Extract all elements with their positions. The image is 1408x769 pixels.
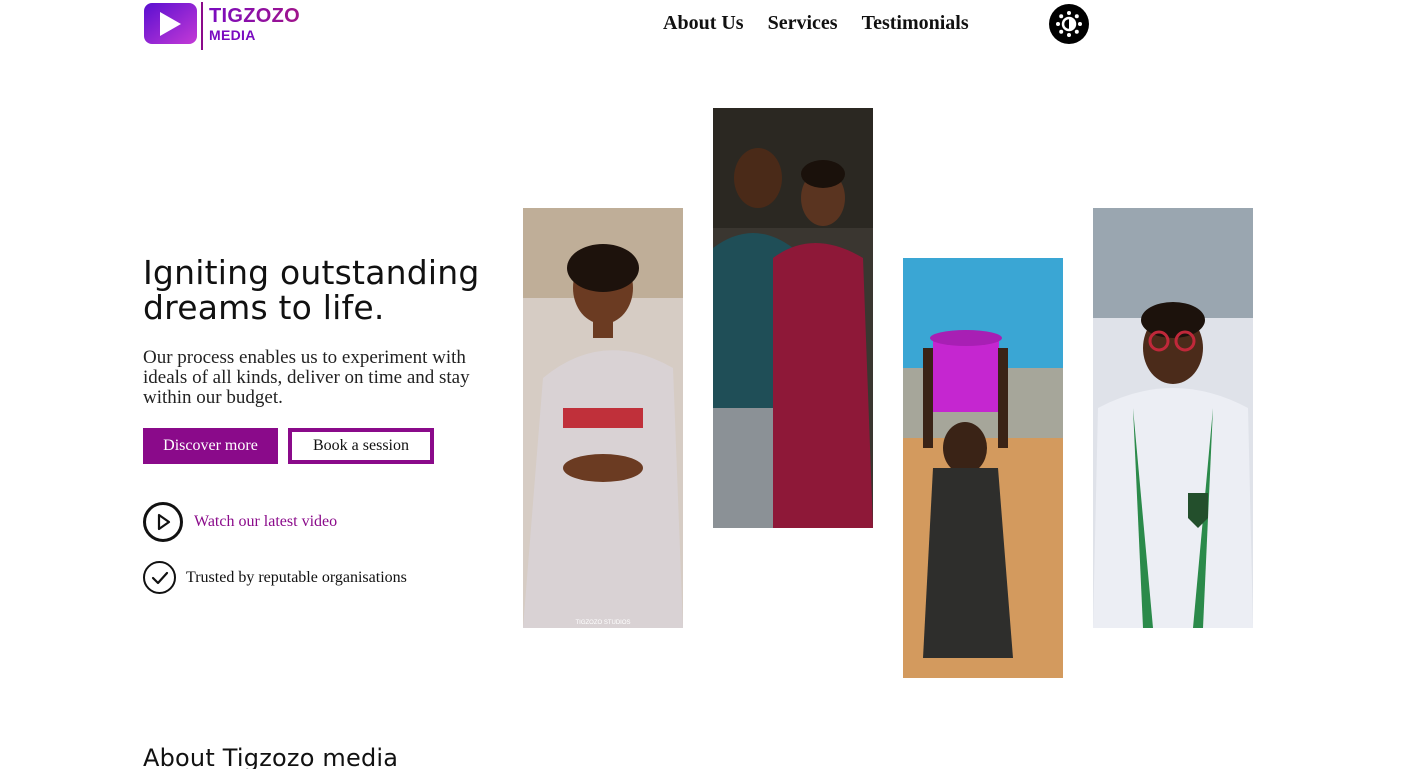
hero-subtitle: Our process enables us to experiment wit… (143, 347, 470, 408)
logo-name-line2: MEDIA (209, 27, 256, 43)
watch-video-link[interactable]: Watch our latest video (143, 502, 337, 542)
photo-bride: TIGZOZO STUDIOS (523, 208, 683, 628)
about-section-title: About Tigzozo media (143, 744, 399, 769)
book-session-button[interactable]: Book a session (288, 428, 434, 464)
watch-video-label: Watch our latest video (194, 513, 338, 530)
play-icon (143, 502, 183, 542)
discover-more-button[interactable]: Discover more (143, 428, 278, 464)
photo-student (1093, 208, 1253, 628)
trusted-label: Trusted by reputable organisations (186, 568, 407, 586)
logo-divider (201, 2, 203, 50)
sun-icon (1056, 11, 1082, 37)
logo-name-line1: TIGZOZO (209, 5, 300, 27)
main-nav: About Us Services Testimonials (663, 12, 969, 35)
photo-child-bucket (903, 258, 1063, 678)
hero-title: Igniting outstanding dreams to life. (143, 253, 480, 327)
logo-text: TIGZOZO MEDIA (209, 6, 300, 42)
trusted-badge: Trusted by reputable organisations (143, 561, 407, 594)
check-icon (143, 561, 176, 594)
logo[interactable]: TIGZOZO MEDIA (143, 0, 303, 52)
photo-couple (713, 108, 873, 528)
logo-play-icon (143, 0, 199, 46)
photo-watermark: TIGZOZO STUDIOS (576, 620, 631, 626)
nav-about-us[interactable]: About Us (663, 12, 744, 35)
nav-testimonials[interactable]: Testimonials (862, 12, 969, 35)
nav-services[interactable]: Services (768, 12, 838, 35)
theme-toggle-button[interactable] (1049, 4, 1089, 44)
